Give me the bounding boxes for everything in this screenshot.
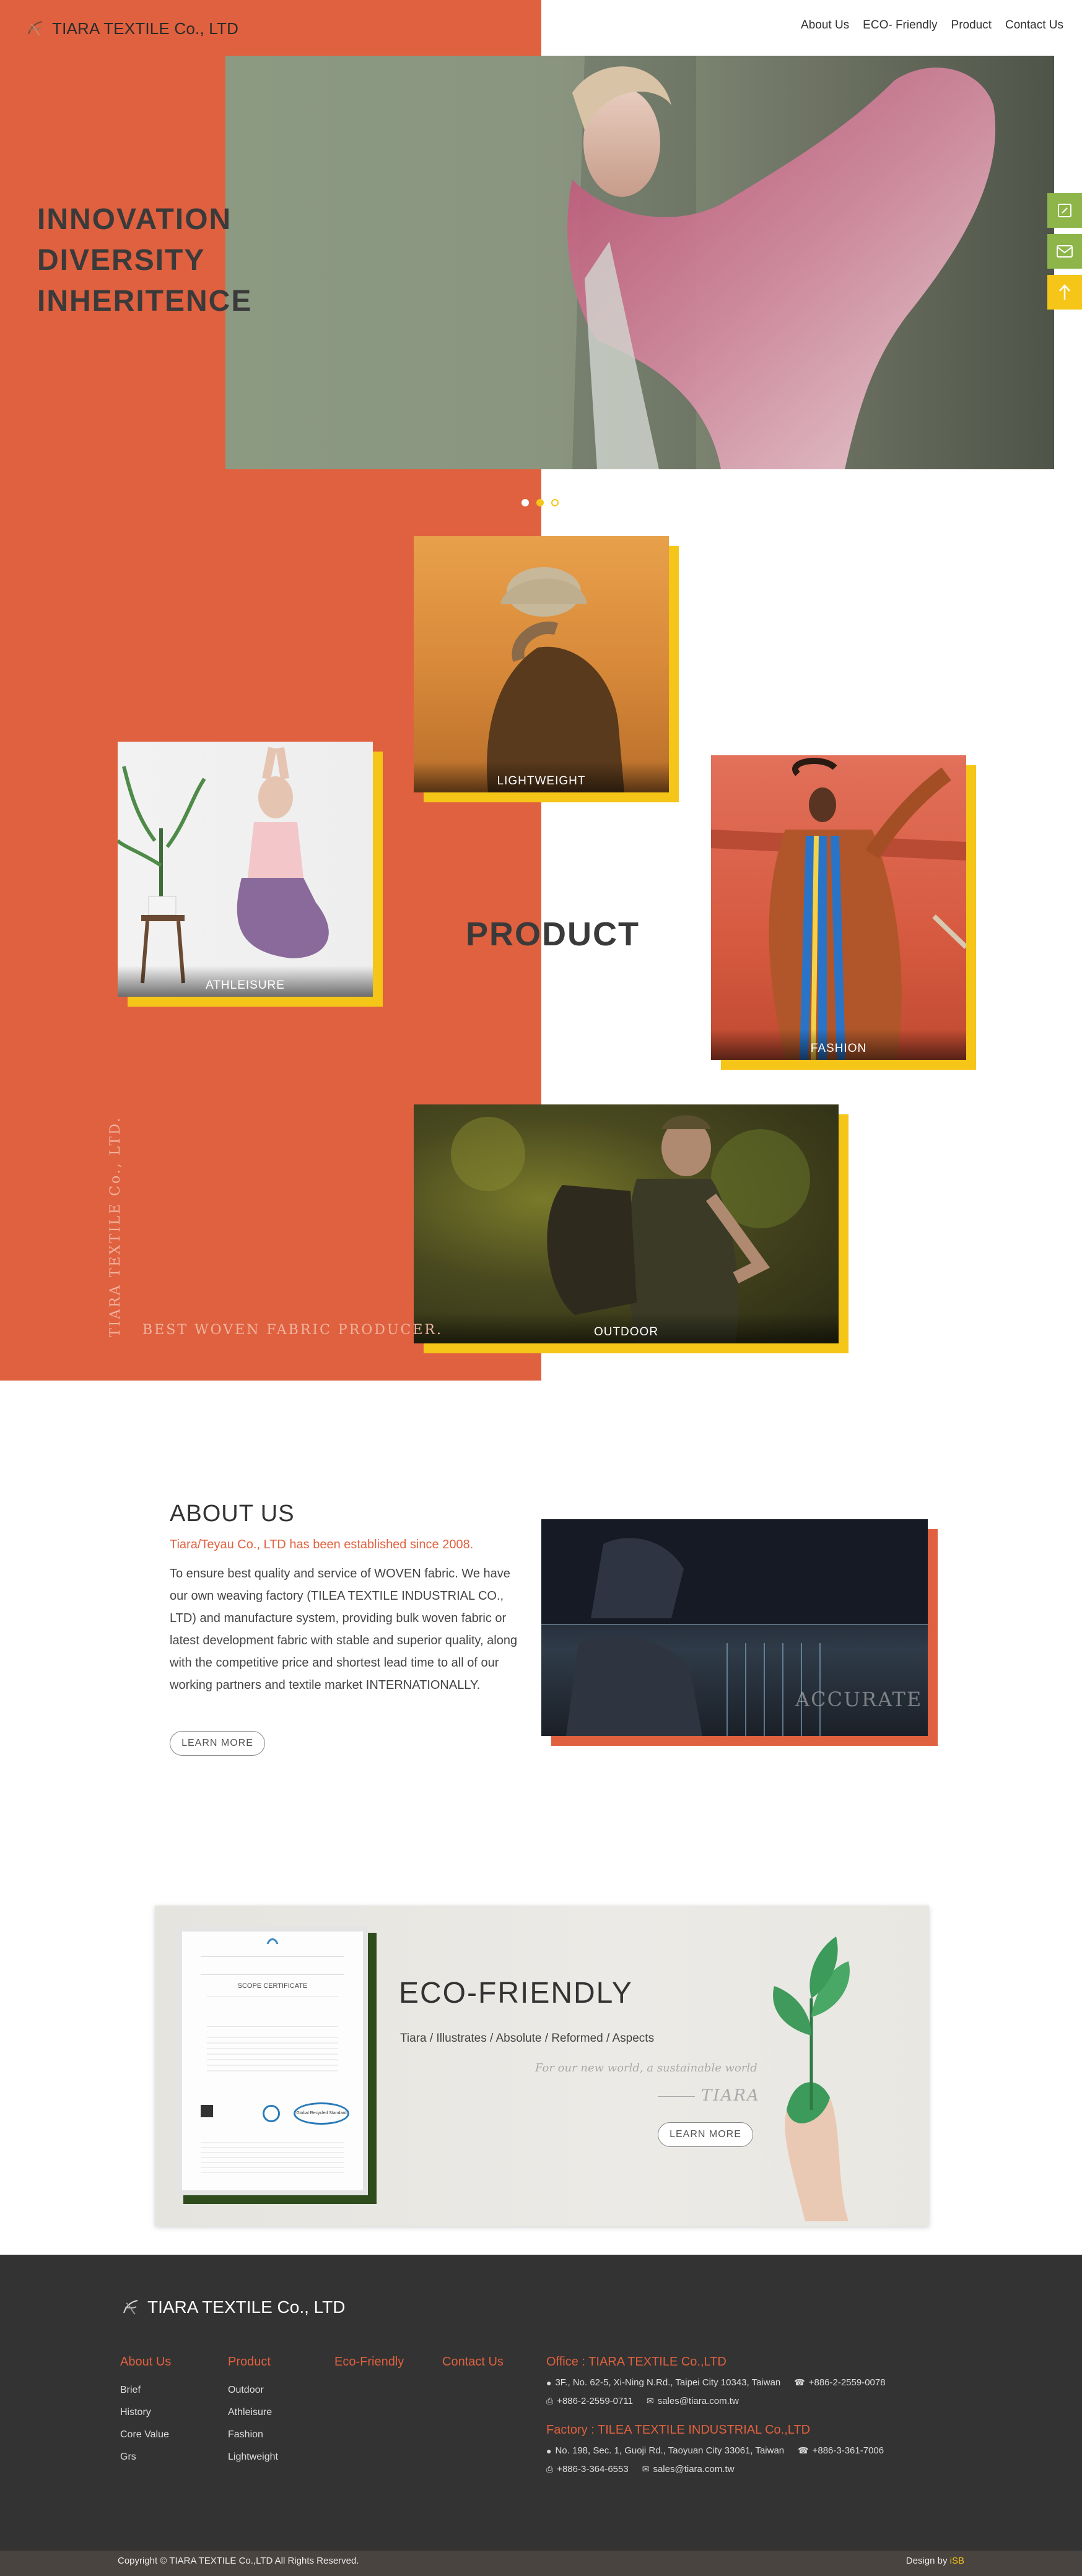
hero-line-innovation: INNOVATION [37, 203, 232, 236]
office-address-row: ● 3F., No. 62-5, Xi-Ning N.Rd., Taipei C… [546, 2377, 886, 2388]
hero-model-illustration [567, 56, 996, 469]
footer-link-grs[interactable]: Grs [120, 2446, 171, 2468]
footer-link-athleisure[interactable]: Athleisure [228, 2401, 278, 2424]
design-credit-link[interactable]: iSB [950, 2556, 964, 2566]
nav-product[interactable]: Product [951, 19, 992, 32]
factory-address-row: ● No. 198, Sec. 1, Guoji Rd., Taoyuan Ci… [546, 2445, 884, 2456]
factory-address: No. 198, Sec. 1, Guoji Rd., Taoyuan City… [555, 2445, 785, 2456]
footer-column-about: About Us Brief History Core Value Grs [120, 2355, 171, 2468]
footer-column-contact: Contact Us [442, 2355, 504, 2379]
fax-icon: ⎙ [546, 2464, 554, 2474]
eco-quote: For our new world, a sustainable world [535, 2062, 757, 2075]
nav-about-us[interactable]: About Us [801, 19, 849, 32]
footer-link-outdoor[interactable]: Outdoor [228, 2379, 278, 2401]
office-fax-row: ⎙ +886-2-2559-0711 ✉ sales@tiara.com.tw [546, 2396, 739, 2406]
hero-banner-image [225, 56, 1054, 469]
email-icon: ✉ [646, 2396, 654, 2406]
edit-icon [1058, 204, 1071, 217]
office-fax: +886-2-2559-0711 [557, 2396, 633, 2406]
card-caption: OUTDOOR [414, 1312, 839, 1343]
hero-headline: INNOVATION DIVERSITY INHERITENCE [37, 199, 252, 322]
footer-column-eco: Eco-Friendly [334, 2355, 404, 2379]
vertical-brand-text: TIARA TEXTILE Co., LTD. [108, 1116, 123, 1337]
footer-link-fashion[interactable]: Fashion [228, 2424, 278, 2446]
phone-icon: ☎ [798, 2445, 809, 2455]
footer-link-history[interactable]: History [120, 2401, 171, 2424]
about-factory-image: ACCURATE [541, 1519, 928, 1736]
factory-phone[interactable]: +886-3-361-7006 [813, 2445, 884, 2456]
nav-contact-us[interactable]: Contact Us [1005, 19, 1063, 32]
factory-heading: Factory : TILEA TEXTILE INDUSTRIAL Co.,L… [546, 2423, 811, 2437]
eco-title: ECO-FRIENDLY [399, 1977, 633, 2010]
signature-line [658, 2096, 695, 2097]
card-caption: FASHION [711, 1029, 966, 1060]
footer-brand-name: TIARA TEXTILE Co., LTD [147, 2297, 346, 2317]
certificate-title: SCOPE CERTIFICATE [237, 1982, 308, 1990]
design-credit-prefix: Design by [905, 2556, 948, 2566]
footer-column-product: Product Outdoor Athleisure Fashion Light… [228, 2355, 278, 2468]
accurate-overlay-text: ACCURATE [795, 1688, 923, 1711]
location-pin-icon: ● [546, 2377, 552, 2388]
footer-link-core-value[interactable]: Core Value [120, 2424, 171, 2446]
mail-icon [1057, 245, 1073, 258]
product-section-title: PRODUCT [466, 916, 640, 953]
card-caption: LIGHTWEIGHT [414, 761, 669, 792]
factory-email[interactable]: sales@tiara.com.tw [653, 2464, 734, 2474]
arrow-up-icon [1059, 284, 1070, 300]
qr-code-icon [201, 2105, 213, 2117]
carousel-dot-3[interactable] [551, 499, 559, 506]
office-heading: Office : TIARA TEXTILE Co.,LTD [546, 2355, 726, 2369]
factory-fax: +886-3-364-6553 [557, 2464, 629, 2474]
edit-float-button[interactable] [1047, 193, 1082, 228]
back-to-top-button[interactable] [1047, 275, 1082, 310]
carousel-dot-2[interactable] [536, 499, 544, 506]
footer-logo[interactable]: TIARA TEXTILE Co., LTD [120, 2297, 346, 2318]
carousel-dots [521, 499, 559, 506]
design-credit: Design by iSB [906, 2556, 964, 2566]
eco-learn-more-button[interactable]: LEARN MORE [658, 2122, 753, 2147]
producer-tagline: BEST WOVEN FABRIC PRODUCER. [142, 1322, 443, 1338]
phone-icon: ☎ [794, 2377, 805, 2387]
eco-signature: TIARA [701, 2086, 760, 2105]
about-body: To ensure best quality and service of WO… [170, 1567, 518, 1692]
carousel-dot-1[interactable] [521, 499, 529, 506]
footer-link-lightweight[interactable]: Lightweight [228, 2446, 278, 2468]
eco-subtitle: Tiara / Illustrates / Absolute / Reforme… [400, 2032, 655, 2045]
factory-fax-row: ⎙ +886-3-364-6553 ✉ sales@tiara.com.tw [546, 2464, 735, 2474]
copyright-text: Copyright © TIARA TEXTILE Co.,LTD All Ri… [118, 2556, 359, 2566]
footer-heading-eco-friendly[interactable]: Eco-Friendly [334, 2355, 404, 2369]
footer-heading-about-us[interactable]: About Us [120, 2355, 171, 2369]
grs-badge: Global Recycled Standard [294, 2102, 349, 2125]
card-caption: ATHLEISURE [118, 966, 373, 997]
logo-icon [28, 21, 43, 36]
fashion-image: FASHION [711, 755, 966, 1060]
about-title: ABOUT US [170, 1501, 295, 1527]
nav-eco-friendly[interactable]: ECO- Friendly [863, 19, 937, 32]
main-nav: About Us ECO- Friendly Product Contact U… [801, 19, 1063, 32]
brand-logo[interactable]: TIARA TEXTILE Co., LTD [25, 16, 238, 41]
office-phone[interactable]: +886-2-2559-0078 [809, 2377, 886, 2388]
brand-name: TIARA TEXTILE Co., LTD [52, 19, 239, 38]
footer-link-brief[interactable]: Brief [120, 2379, 171, 2401]
email-icon: ✉ [642, 2464, 650, 2474]
cert-logo-icon [266, 1938, 279, 1945]
textile-exchange-icon [263, 2105, 280, 2122]
office-email[interactable]: sales@tiara.com.tw [658, 2396, 739, 2406]
location-pin-icon: ● [546, 2445, 552, 2456]
scope-certificate-image: SCOPE CERTIFICATE Global Recycled Standa… [177, 1927, 368, 2195]
about-subtitle: Tiara/Teyau Co., LTD has been establishe… [170, 1538, 474, 1551]
footer-logo-icon [123, 2300, 138, 2315]
about-learn-more-button[interactable]: LEARN MORE [170, 1731, 265, 1756]
office-address: 3F., No. 62-5, Xi-Ning N.Rd., Taipei Cit… [555, 2377, 781, 2388]
mail-float-button[interactable] [1047, 234, 1082, 269]
hero-line-inheritence: INHERITENCE [37, 285, 253, 318]
hero-line-diversity: DIVERSITY [37, 244, 206, 277]
about-image-block: ACCURATE [541, 1519, 938, 1746]
athleisure-image: ATHLEISURE [118, 742, 373, 997]
fax-icon: ⎙ [546, 2396, 554, 2406]
lightweight-image: LIGHTWEIGHT [414, 536, 669, 792]
footer-heading-contact-us[interactable]: Contact Us [442, 2355, 504, 2369]
footer-heading-product[interactable]: Product [228, 2355, 278, 2369]
outdoor-image: OUTDOOR [414, 1104, 839, 1343]
